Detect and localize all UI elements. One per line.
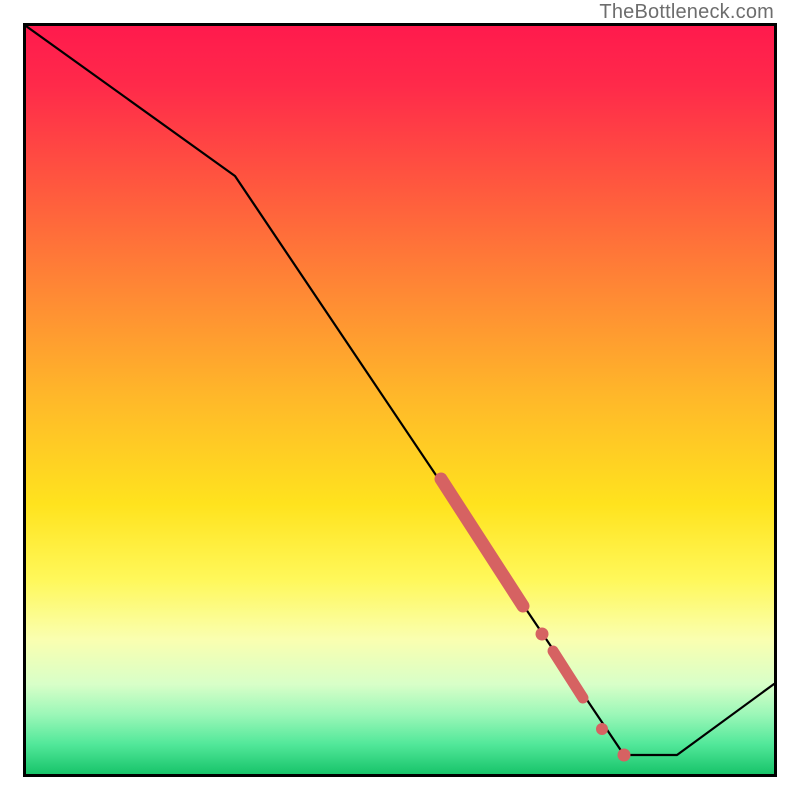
plot-area bbox=[23, 23, 777, 777]
chart-overlay bbox=[26, 26, 774, 774]
highlight-segment-1 bbox=[441, 479, 523, 606]
highlight-dot-3 bbox=[618, 749, 631, 762]
watermark-text: TheBottleneck.com bbox=[599, 1, 774, 24]
chart-container: TheBottleneck.com bbox=[0, 0, 800, 800]
highlight-dot-1 bbox=[536, 628, 549, 641]
highlight-segment-2 bbox=[553, 651, 583, 698]
bottleneck-curve bbox=[26, 26, 774, 755]
highlight-dot-2 bbox=[596, 723, 608, 735]
